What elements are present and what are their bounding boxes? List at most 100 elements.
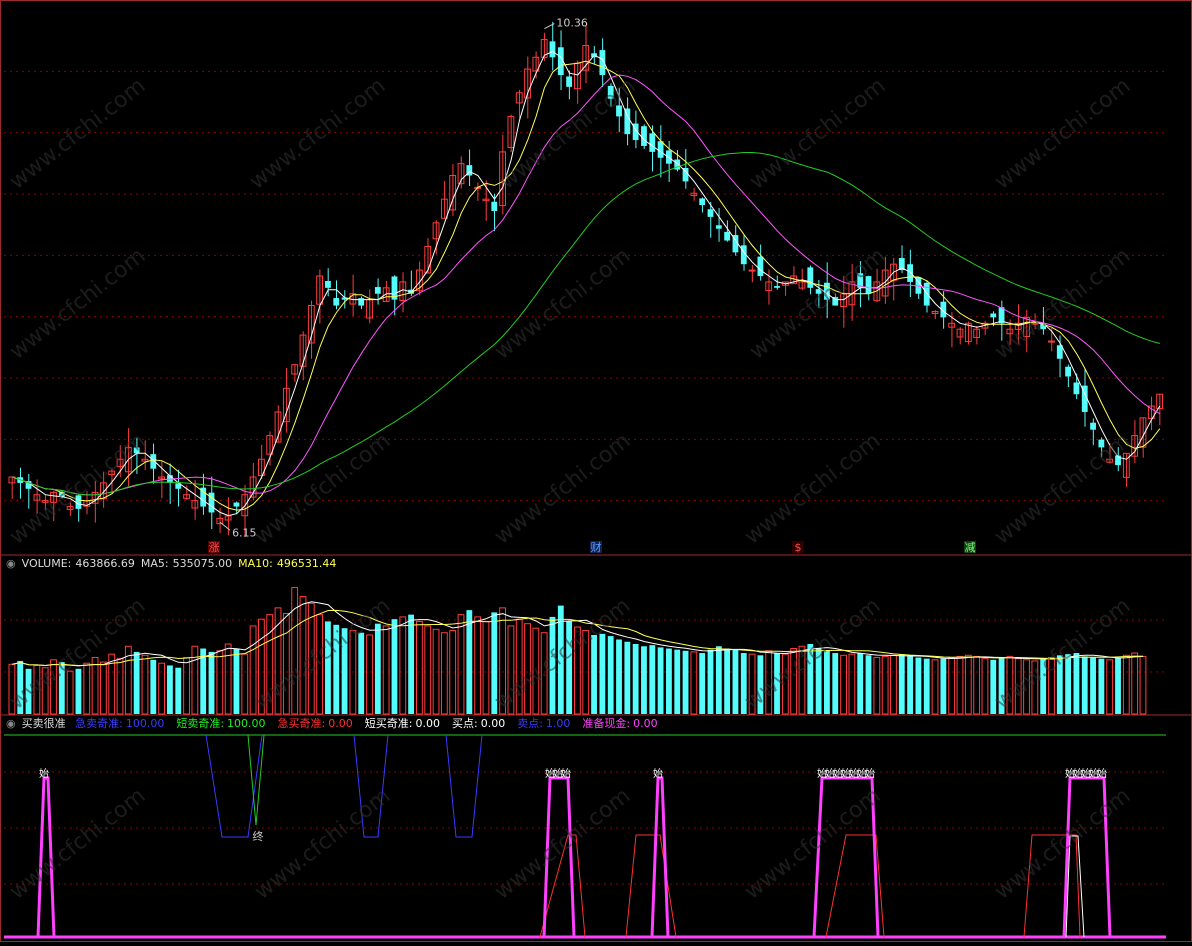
start-signal-label: 始 [865,767,875,780]
volume-bar [724,648,731,714]
volume-bar [674,649,681,714]
volume-bar [482,620,490,715]
volume-bar [325,621,331,714]
volume-bar [257,618,265,715]
volume-bar [91,657,99,715]
volume-bar [291,587,299,715]
volume-bar [566,621,573,714]
volume-bar [632,644,639,714]
volume-bar [358,632,365,714]
end-signal-label: 终 [253,829,264,843]
volume-bar [881,655,889,715]
indicator-item: 买点: 0.00 [452,717,511,730]
candle-body [133,447,140,454]
indicator-item-label: 短卖奇准: [176,717,225,730]
volume-bar [83,662,91,715]
volume-bar [824,650,830,714]
indicator-item-value: 0.00 [415,717,440,730]
event-marker: 涨 [209,541,220,554]
volume-bar [607,636,614,714]
volume-bar [99,661,107,715]
indicator-item: 短买奇准: 0.00 [365,717,446,730]
volume-bar [616,639,622,714]
chart-canvas: 10.366.15涨财 $ 减终始 始始始始始始始始始始始 始始始始始 [0,0,1192,942]
volume-ma10-line [12,609,1144,667]
volume-bar [907,656,914,714]
volume-bar [1065,654,1072,714]
volume-bar [241,653,249,715]
candle-body [233,502,240,507]
start-signal-label: 始 [39,767,49,780]
high-label: 10.36 [556,17,588,30]
volume-bar [956,655,964,715]
candle-body [1090,422,1096,430]
volume-bar [274,607,282,715]
volume-bar [17,660,24,714]
volume-bar [466,610,473,714]
volume-bar [765,650,773,715]
collapse-icon[interactable]: ◉ [6,717,16,730]
volume-bar [748,653,756,715]
volume-bar [1098,658,1105,714]
volume-bar [923,658,930,714]
low-label: 6.15 [232,526,257,539]
volume-bar [1048,657,1055,715]
event-marker: 财 [591,540,602,554]
start-signal-label: 始 [561,767,571,780]
volume-value: 463866.69 [75,557,135,570]
volume-bar [1090,657,1096,714]
volume-bar [382,625,390,715]
indicator-item-value: 0.00 [328,717,353,730]
volume-bar [848,653,856,715]
sell-dip-line [353,734,389,838]
candle-body [374,287,381,294]
indicator-item-label: 短买奇准: [364,717,413,730]
volume-bar [707,649,714,714]
indicator-item: 急买奇准: 0.00 [278,717,359,730]
volume-bar [158,662,166,715]
volume-bar [832,653,839,714]
volume-bar [41,667,49,715]
volume-bar [998,657,1005,714]
volume-bar [50,659,57,715]
volume-bar [408,614,415,714]
volume-bar [649,645,656,714]
ma10-label: MA10: [238,557,273,570]
volume-bar [840,654,847,715]
indicator-item-value: 100.00 [227,717,266,730]
indicator-item: 急卖奇准: 100.00 [75,717,170,730]
volume-bar [940,658,947,714]
volume-bar [58,662,65,714]
volume-bar [915,657,922,714]
candle-body [748,269,756,272]
volume-bar [175,667,182,714]
volume-bar [524,623,531,715]
volume-bar [499,607,506,715]
candle-body [774,286,780,288]
volume-bar [366,634,373,715]
candle-body [707,209,714,217]
volume-bar [116,658,124,715]
indicator-item-value: 0.00 [633,717,658,730]
volume-bar [774,653,780,714]
event-marker: 减 [965,541,976,554]
volume-bar [1131,652,1139,715]
ma5-value: 535075.00 [172,557,233,570]
candle-body [333,298,340,306]
volume-bar [898,654,905,714]
indicator-item-label: 准备现金: [582,717,631,730]
candle-body [616,105,622,117]
volume-bar [249,625,257,715]
volume-bar [1139,655,1147,715]
volume-bar [549,616,556,714]
volume-bar [474,616,482,715]
volume-bar [1014,658,1022,715]
cash-peak-line [812,776,880,938]
volume-bar [66,670,74,715]
candle-body [990,313,997,318]
collapse-icon[interactable]: ◉ [6,557,16,570]
volume-bar [440,632,448,715]
volume-bar [224,643,232,715]
volume-bar [699,653,706,714]
ma-magenta-line [12,74,1161,496]
